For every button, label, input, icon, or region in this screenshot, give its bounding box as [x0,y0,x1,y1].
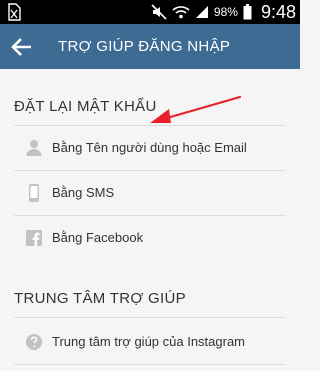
app-bar: TRỢ GIÚP ĐĂNG NHẬP [0,24,300,69]
page-title: TRỢ GIÚP ĐĂNG NHẬP [58,38,231,55]
signal-icon [195,6,208,18]
divider [14,317,286,318]
reset-by-facebook-item[interactable]: Bằng Facebook [0,216,300,260]
help-icon [26,334,42,350]
no-sim-icon [8,3,21,21]
person-icon [26,140,42,156]
help-center-header: TRUNG TÂM TRỢ GIÚP [14,290,186,307]
wifi-icon [172,6,190,19]
battery-percentage: 98% [213,5,238,19]
clock: 9:48 [260,1,296,22]
list-item-label: Bằng SMS [52,185,115,200]
instagram-help-center-item[interactable]: Trung tâm trợ giúp của Instagram [0,320,300,364]
reset-by-username-email-item[interactable]: Bằng Tên người dùng hoặc Email [0,126,300,170]
back-arrow-icon[interactable] [10,35,34,59]
list-item-label: Bằng Tên người dùng hoặc Email [52,140,247,155]
list-item-label: Bằng Facebook [52,230,144,245]
divider [14,364,286,365]
mute-icon [151,4,167,20]
battery-icon [243,4,252,20]
status-bar: 98% 9:48 [0,0,300,24]
annotation-arrow-icon [150,95,242,123]
reset-password-header: ĐẶT LẠI MẬT KHẨU [14,98,157,115]
phone-icon [29,184,39,202]
list-item-label: Trung tâm trợ giúp của Instagram [52,334,246,349]
facebook-icon [26,230,42,246]
reset-by-sms-item[interactable]: Bằng SMS [0,171,300,215]
